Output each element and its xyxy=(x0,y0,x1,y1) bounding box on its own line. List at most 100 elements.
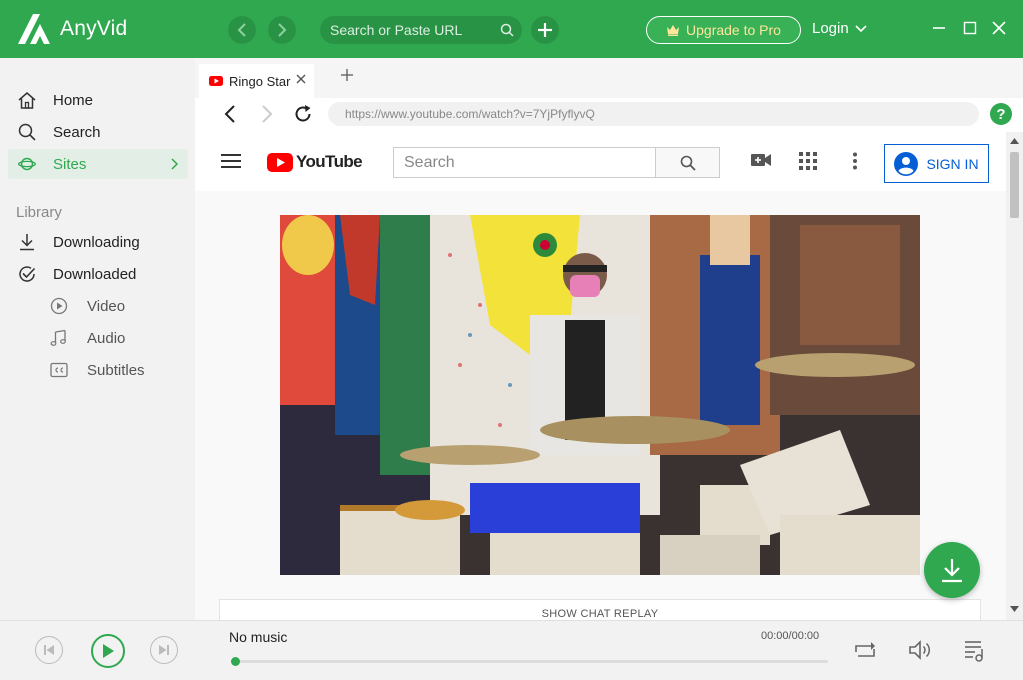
scroll-up-arrow-icon[interactable] xyxy=(1010,138,1019,144)
crown-icon xyxy=(667,25,680,36)
play-circle-icon xyxy=(50,297,68,315)
more-options-icon[interactable] xyxy=(852,152,858,170)
youtube-logo[interactable]: YouTube xyxy=(267,152,363,172)
web-content: YouTube SIGN IN xyxy=(195,132,1006,620)
library-heading: Library xyxy=(16,204,62,221)
sidebar: Home Search Sites Library Downloading Do… xyxy=(0,58,195,620)
youtube-favicon-icon xyxy=(209,76,223,86)
sidebar-subitem-audio[interactable]: Audio xyxy=(50,325,125,351)
tab-title: Ringo Star xyxy=(229,73,291,89)
anyvid-logo-icon xyxy=(18,14,50,44)
planet-icon xyxy=(18,157,36,171)
youtube-signin-button[interactable]: SIGN IN xyxy=(884,144,989,183)
apps-grid-icon[interactable] xyxy=(799,152,817,170)
top-search-input[interactable] xyxy=(330,22,490,38)
sidebar-item-label: Sites xyxy=(53,155,87,173)
sidebar-item-downloaded[interactable]: Downloaded xyxy=(8,259,188,289)
play-button[interactable] xyxy=(91,634,125,668)
sidebar-subitem-video[interactable]: Video xyxy=(50,293,125,319)
search-icon xyxy=(680,155,696,171)
maximize-button[interactable] xyxy=(960,18,980,38)
show-chat-replay-button[interactable]: SHOW CHAT REPLAY xyxy=(219,599,981,620)
forward-button[interactable] xyxy=(268,16,296,44)
youtube-logo-text: YouTube xyxy=(296,152,363,171)
playback-time: 00:00/00:00 xyxy=(761,630,820,642)
download-icon xyxy=(942,559,962,583)
sidebar-subitem-subtitles[interactable]: Subtitles xyxy=(50,357,145,383)
help-button[interactable]: ? xyxy=(990,103,1012,125)
video-frame xyxy=(280,215,920,575)
sidebar-subitem-label: Video xyxy=(87,297,126,315)
sidebar-item-sites[interactable]: Sites xyxy=(8,149,188,179)
youtube-logo-icon xyxy=(267,152,293,172)
home-icon xyxy=(18,91,36,109)
app-logo: AnyVid xyxy=(16,12,127,46)
login-label: Login xyxy=(812,20,849,37)
sidebar-subitem-label: Subtitles xyxy=(87,361,145,379)
upgrade-label: Upgrade to Pro xyxy=(686,22,781,38)
youtube-search-button[interactable] xyxy=(655,147,720,178)
video-player[interactable] xyxy=(280,215,920,575)
next-track-button[interactable] xyxy=(150,636,178,664)
web-scrollbar[interactable] xyxy=(1006,132,1023,620)
youtube-search-box xyxy=(393,147,656,178)
close-window-button[interactable] xyxy=(989,18,1009,38)
help-icon: ? xyxy=(996,105,1006,123)
anyvid-app: AnyVid Upgrade to Pro Login xyxy=(0,0,1023,680)
music-note-icon xyxy=(50,329,66,346)
top-search-box xyxy=(320,16,522,44)
close-tab-icon[interactable] xyxy=(296,74,306,84)
chevron-left-icon xyxy=(237,23,246,37)
browser-back-icon[interactable] xyxy=(224,105,236,123)
upgrade-button[interactable]: Upgrade to Pro xyxy=(646,16,801,44)
account-icon xyxy=(894,151,919,176)
youtube-header: YouTube SIGN IN xyxy=(195,132,1006,191)
sidebar-item-label: Downloaded xyxy=(53,265,137,283)
hamburger-menu-icon[interactable] xyxy=(221,154,241,168)
new-tab-plus-icon[interactable] xyxy=(340,68,354,82)
progress-bar[interactable] xyxy=(231,657,828,666)
top-bar: AnyVid Upgrade to Pro Login xyxy=(0,0,1023,58)
close-icon xyxy=(992,21,1006,35)
plus-icon xyxy=(538,23,552,37)
maximize-icon xyxy=(963,21,977,35)
url-bar[interactable]: https://www.youtube.com/watch?v=7YjPfyfl… xyxy=(328,102,979,126)
sidebar-item-label: Home xyxy=(53,91,94,109)
search-icon xyxy=(18,123,36,141)
minimize-icon xyxy=(933,27,945,29)
sidebar-subitem-label: Audio xyxy=(87,329,126,347)
browser-tab-bar: Ringo Star xyxy=(195,58,1023,98)
download-video-button[interactable] xyxy=(924,542,980,598)
sidebar-item-label: Search xyxy=(53,123,101,141)
signin-label: SIGN IN xyxy=(926,155,979,172)
scroll-down-arrow-icon[interactable] xyxy=(1010,606,1019,612)
reload-icon[interactable] xyxy=(293,104,313,124)
chevron-right-icon xyxy=(278,23,287,37)
repeat-icon[interactable] xyxy=(853,639,877,661)
previous-track-button[interactable] xyxy=(35,636,63,664)
sidebar-item-label: Downloading xyxy=(53,233,140,251)
play-icon xyxy=(103,644,114,658)
browser-forward-icon[interactable] xyxy=(261,105,273,123)
sidebar-item-downloading[interactable]: Downloading xyxy=(8,227,188,257)
app-name: AnyVid xyxy=(60,17,128,40)
login-menu[interactable]: Login xyxy=(812,20,867,37)
music-player-bar: No music 00:00/00:00 xyxy=(0,620,1023,680)
progress-knob[interactable] xyxy=(231,657,240,666)
url-text: https://www.youtube.com/watch?v=7YjPfyfl… xyxy=(345,107,595,121)
youtube-search-input[interactable] xyxy=(394,148,644,177)
sidebar-item-home[interactable]: Home xyxy=(8,85,188,115)
playlist-icon[interactable] xyxy=(963,639,987,663)
chevron-down-icon xyxy=(855,24,867,32)
minimize-button[interactable] xyxy=(929,18,949,38)
volume-icon[interactable] xyxy=(908,639,932,661)
create-video-icon[interactable] xyxy=(751,152,771,168)
scrollbar-thumb[interactable] xyxy=(1010,152,1019,218)
browser-address-bar: https://www.youtube.com/watch?v=7YjPfyfl… xyxy=(195,98,1023,132)
search-icon[interactable] xyxy=(500,23,514,37)
cc-icon xyxy=(50,362,68,378)
sidebar-item-search[interactable]: Search xyxy=(8,117,188,147)
add-url-button[interactable] xyxy=(531,16,559,44)
browser-tab[interactable]: Ringo Star xyxy=(199,64,314,98)
back-button[interactable] xyxy=(228,16,256,44)
